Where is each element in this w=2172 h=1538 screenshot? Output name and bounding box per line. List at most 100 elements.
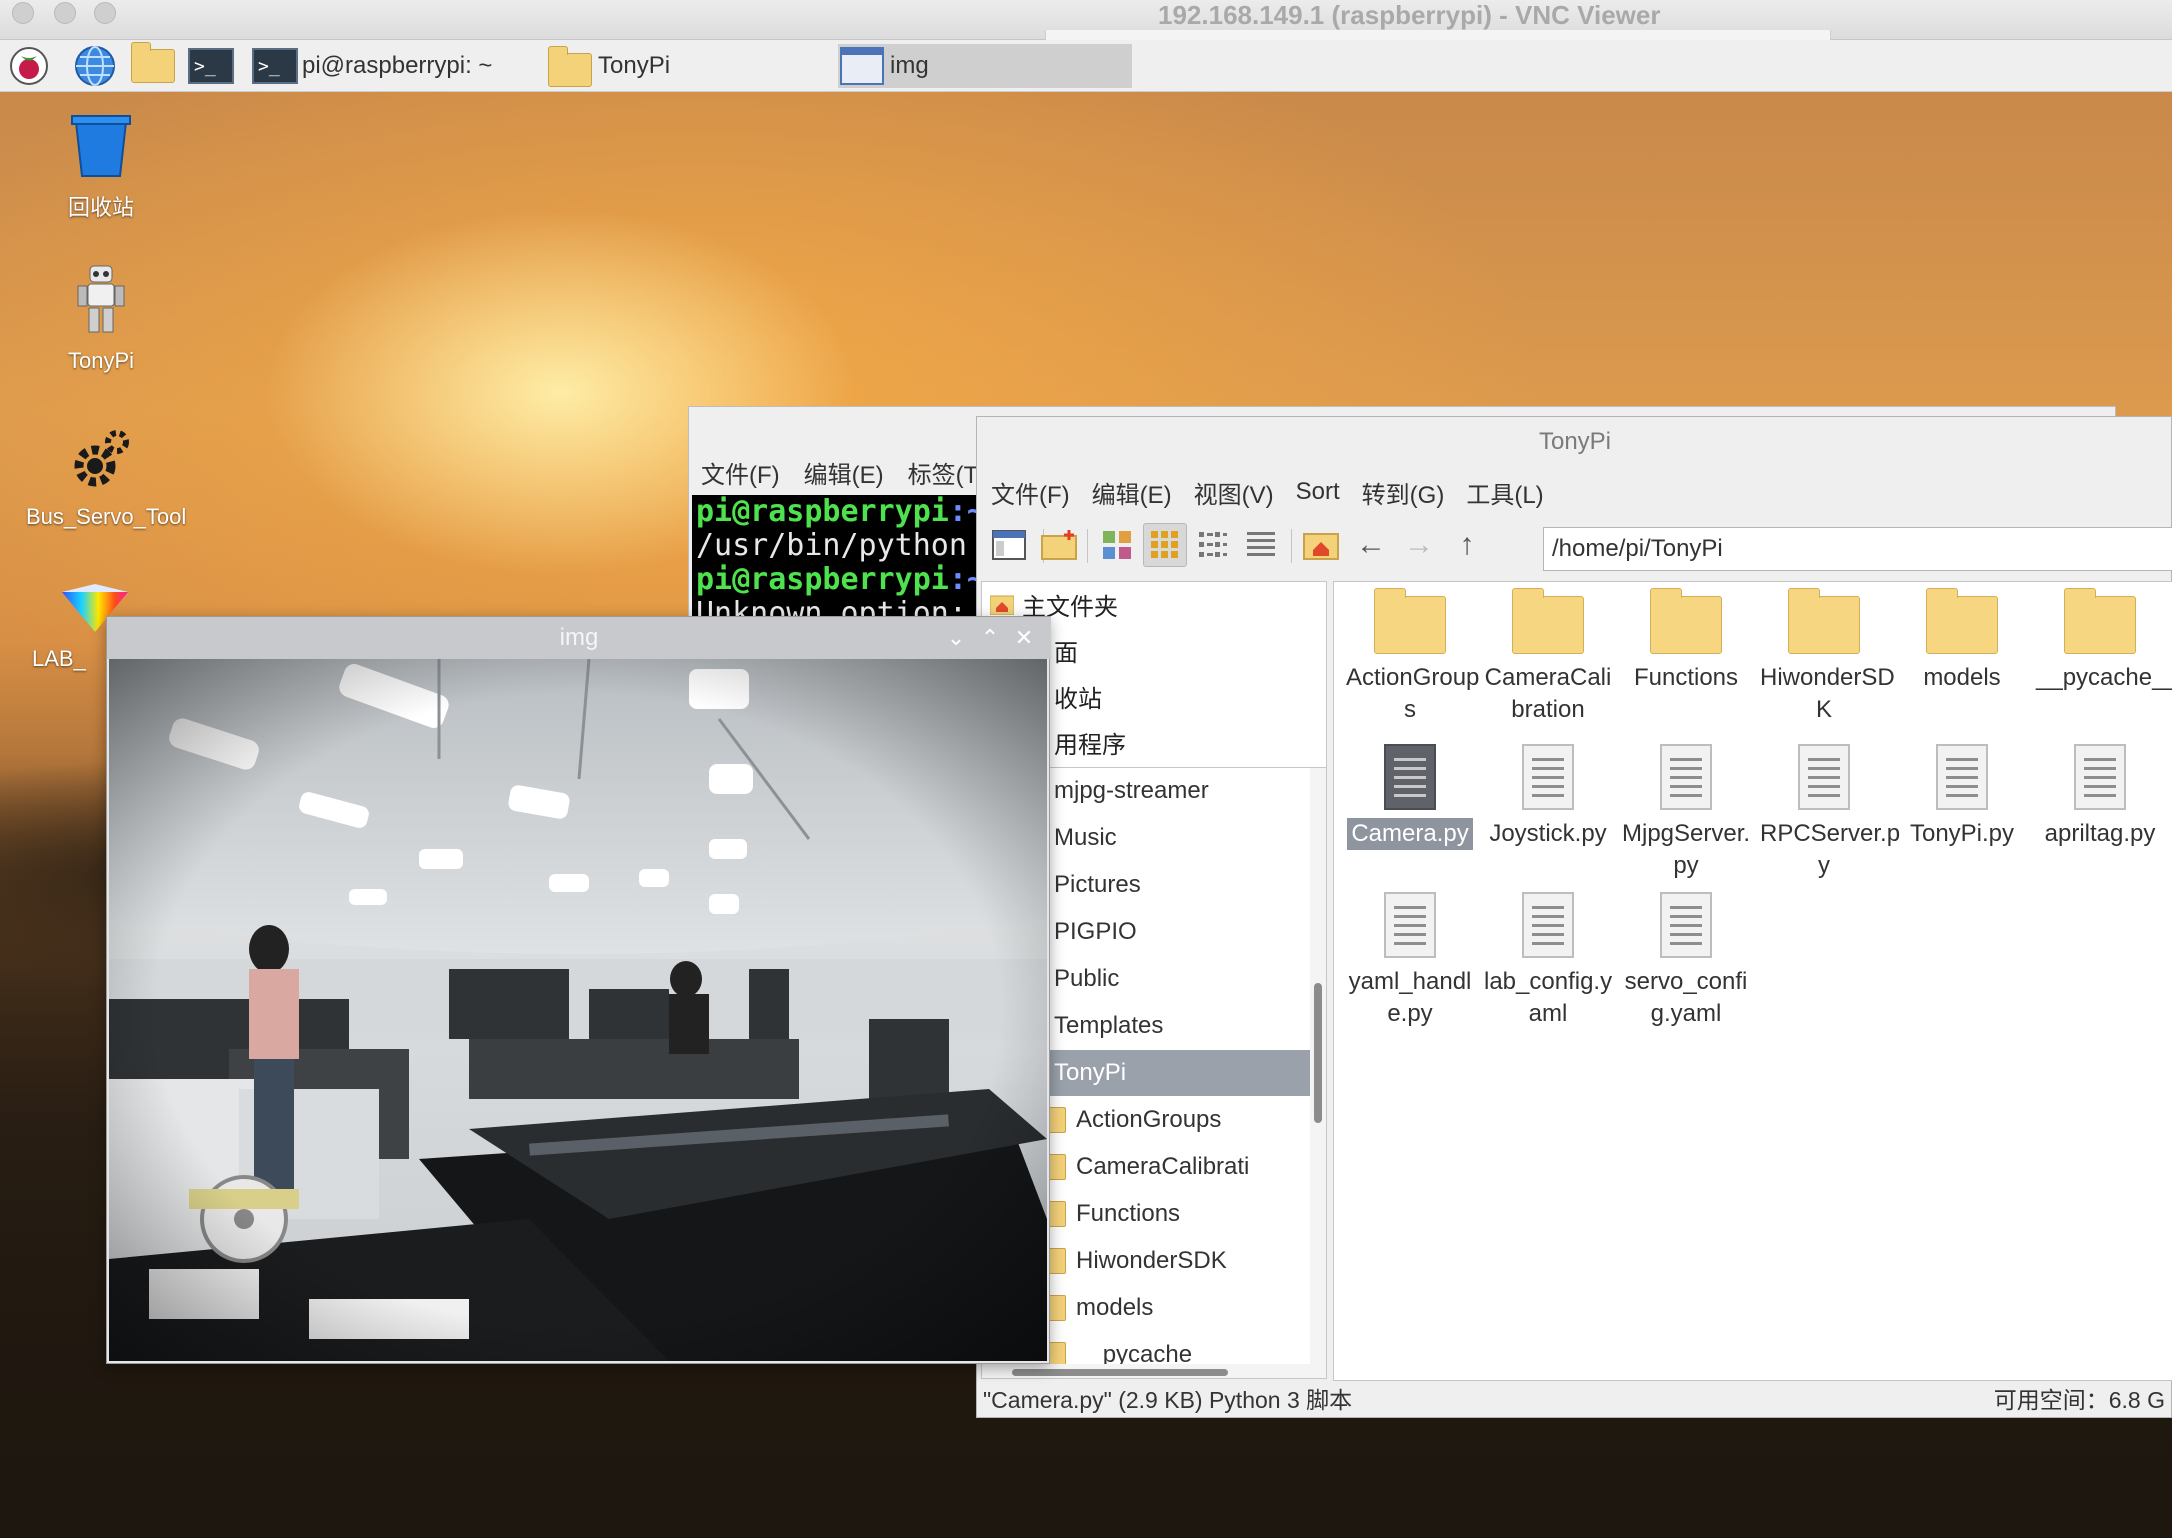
file-manager-launcher[interactable] [130, 42, 176, 88]
file-label: e.py [1387, 1000, 1433, 1027]
terminal-line: pi@raspberrypi:~ [696, 563, 982, 597]
place-applications[interactable]: 用程序 [1054, 720, 1126, 764]
folder-item[interactable]: HiwonderSD K [1756, 588, 1895, 726]
desktop-icon-tonypi[interactable]: TonyPi [26, 262, 176, 374]
trash-icon [71, 115, 131, 177]
menu-edit[interactable]: 编辑(E) [1092, 475, 1172, 510]
text-file-icon [1384, 744, 1436, 810]
raspberry-menu-button[interactable] [6, 44, 52, 88]
place-label: 用程序 [1054, 731, 1126, 759]
folder-icon [1374, 588, 1446, 654]
forward-button[interactable]: → [1397, 523, 1441, 567]
home-icon [990, 595, 1014, 615]
desktop-icon-bus-servo-tool[interactable]: Bus_Servo_Tool [26, 428, 186, 530]
file-label: s [1404, 696, 1416, 723]
menu-go[interactable]: 转到(G) [1362, 475, 1445, 510]
back-button[interactable]: ← [1349, 523, 1393, 567]
menu-file[interactable]: 文件(F) [991, 475, 1070, 510]
text-file-icon [1522, 744, 1574, 810]
list-view-icon [1247, 532, 1275, 556]
file-item[interactable]: MjpgServer. py [1618, 744, 1754, 882]
folder-icon [1926, 588, 1998, 654]
desktop-icon-label: TonyPi [67, 348, 135, 373]
file-icon-view: ActionGroup s CameraCali bration Functions Hi… [1333, 581, 2172, 1381]
folder-icon [1650, 588, 1722, 654]
view-list-button[interactable] [1239, 523, 1283, 567]
new-tab-button[interactable] [1037, 523, 1081, 567]
scrollbar-thumb[interactable] [1012, 1369, 1228, 1376]
img-window-title: img [559, 624, 599, 651]
scrollbar-thumb[interactable] [1314, 983, 1322, 1123]
file-label: bration [1511, 696, 1585, 723]
globe-icon [75, 46, 115, 86]
file-label: __pycache__ [2036, 664, 2172, 691]
menu-file[interactable]: 文件(F) [701, 455, 780, 490]
file-manager-title[interactable]: TonyPi [977, 417, 2172, 467]
folder-item[interactable]: CameraCali bration [1480, 588, 1616, 726]
folder-item[interactable]: ActionGroup s [1342, 588, 1479, 726]
vnc-window-title: 192.168.149.1 (raspberrypi) - VNC Viewer [1158, 0, 1661, 30]
zoom-window-button[interactable] [94, 2, 116, 24]
file-item[interactable]: Joystick.py [1480, 744, 1616, 850]
folder-item[interactable]: models [1894, 588, 2030, 694]
new-window-icon [992, 530, 1026, 560]
new-window-button[interactable] [987, 523, 1031, 567]
tree-vertical-scrollbar[interactable] [1310, 768, 1326, 1378]
menu-tools[interactable]: 工具(L) [1466, 475, 1543, 510]
menu-sort[interactable]: Sort [1296, 478, 1340, 506]
menu-edit[interactable]: 编辑(E) [804, 455, 884, 490]
task-label: pi@raspberrypi: ~ [302, 52, 493, 79]
tree-item-label: PIGPIO [1054, 918, 1137, 945]
menu-tabs[interactable]: 标签(T) [908, 455, 987, 490]
file-label: g.yaml [1650, 1000, 1722, 1027]
prompt-user: pi@raspberrypi [696, 495, 949, 529]
raspberry-icon [10, 47, 48, 85]
file-item[interactable]: RPCServer.p y [1756, 744, 1900, 882]
file-item[interactable]: TonyPi.py [1894, 744, 2030, 850]
robot-icon [77, 265, 125, 333]
file-label: K [1815, 696, 1832, 723]
task-terminal[interactable]: >_ pi@raspberrypi: ~ [252, 44, 522, 88]
view-grid-button[interactable] [1143, 523, 1187, 567]
tree-horizontal-scrollbar[interactable] [982, 1364, 1310, 1378]
tree-item-label: ActionGroups [1076, 1106, 1222, 1133]
tree-item-label: CameraCalibrati [1076, 1153, 1250, 1180]
home-button[interactable] [1299, 523, 1343, 567]
terminal-menubar: 文件(F) 编辑(E) 标签(T) [701, 455, 1010, 490]
img-window-titlebar[interactable]: img ⌄ ⌃ ✕ [107, 617, 1051, 659]
file-item[interactable]: Camera.py [1342, 744, 1478, 850]
task-file-manager[interactable]: TonyPi [548, 44, 818, 88]
menu-view[interactable]: 视图(V) [1194, 475, 1274, 510]
browser-launcher[interactable] [72, 44, 118, 88]
folder-item[interactable]: Functions [1618, 588, 1754, 694]
tree-item-label: models [1076, 1294, 1154, 1321]
maximize-button[interactable]: ⌃ [975, 623, 1005, 653]
terminal-launcher[interactable]: >_ [188, 44, 234, 88]
terminal-line: /usr/bin/python [696, 528, 967, 563]
folder-item[interactable]: __pycache__ [2032, 588, 2172, 694]
file-item[interactable]: yaml_handl e.py [1342, 892, 1478, 1030]
close-window-button[interactable] [12, 2, 34, 24]
text-file-icon [1798, 744, 1850, 810]
close-button[interactable]: ✕ [1009, 623, 1039, 653]
home-folder-icon [1303, 533, 1339, 560]
view-compact-button[interactable] [1191, 523, 1235, 567]
file-item[interactable]: apriltag.py [2032, 744, 2168, 850]
place-trash[interactable]: 收站 [1054, 674, 1102, 718]
view-icons-button[interactable] [1095, 523, 1139, 567]
file-item[interactable]: servo_confi g.yaml [1618, 892, 1754, 1030]
minimize-window-button[interactable] [54, 2, 76, 24]
text-file-icon [2074, 744, 2126, 810]
tree-item-label: mjpg-streamer [1054, 777, 1209, 804]
compact-view-icon [1199, 532, 1227, 557]
file-item[interactable]: lab_config.y aml [1480, 892, 1616, 1030]
grid-view-icon [1151, 531, 1178, 558]
place-desktop[interactable]: 面 [1054, 628, 1078, 672]
desktop-icon-trash[interactable]: 回收站 [26, 112, 176, 222]
path-input[interactable]: /home/pi/TonyPi [1543, 527, 2172, 571]
file-label: RPCServer.p [1760, 820, 1901, 847]
text-file-icon [1384, 892, 1436, 958]
minimize-button[interactable]: ⌄ [941, 623, 971, 653]
task-img-window[interactable]: img [838, 44, 1132, 88]
up-button[interactable]: ↑ [1445, 523, 1489, 567]
